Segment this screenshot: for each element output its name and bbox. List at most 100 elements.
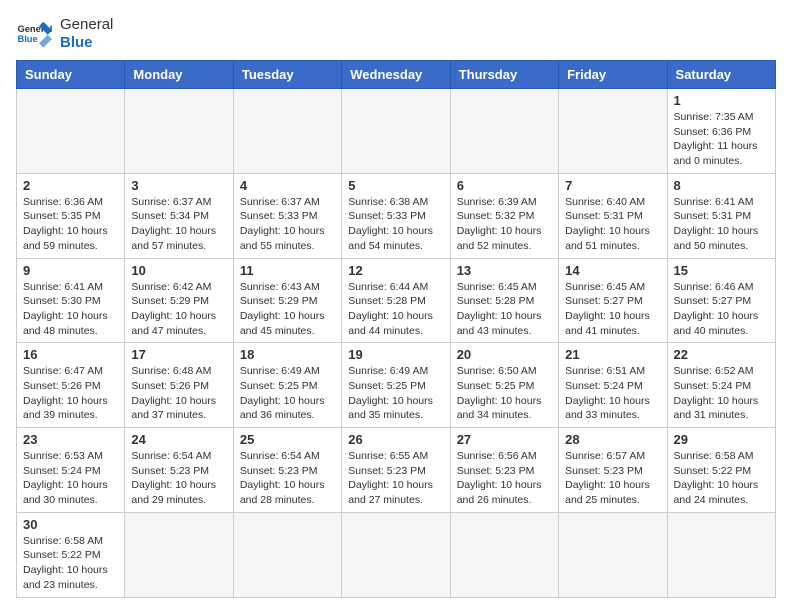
calendar-cell	[17, 89, 125, 174]
calendar-cell: 24Sunrise: 6:54 AM Sunset: 5:23 PM Dayli…	[125, 428, 233, 513]
calendar-cell: 10 Sunrise: 6:42 AM Sunset: 5:29 PM Dayli…	[125, 258, 233, 343]
day-number: 18	[240, 347, 335, 362]
calendar-cell: 25Sunrise: 6:54 AM Sunset: 5:23 PM Dayli…	[233, 428, 341, 513]
day-info: Sunrise: 6:40 AM Sunset: 5:31 PM Dayligh…	[565, 195, 660, 254]
day-info: Sunrise: 6:58 AM Sunset: 5:22 PM Dayligh…	[23, 534, 118, 593]
day-number: 17	[131, 347, 226, 362]
calendar-cell: 8Sunrise: 6:41 AM Sunset: 5:31 PM Daylig…	[667, 173, 775, 258]
day-info: Sunrise: 6:43 AM Sunset: 5:29 PM Dayligh…	[240, 280, 335, 339]
calendar-cell: 21 Sunrise: 6:51 AM Sunset: 5:24 PM Dayli…	[559, 343, 667, 428]
day-info: Sunrise: 6:37 AM Sunset: 5:33 PM Dayligh…	[240, 195, 335, 254]
day-info: Sunrise: 6:58 AM Sunset: 5:22 PM Dayligh…	[674, 449, 769, 508]
calendar-cell: 30Sunrise: 6:58 AM Sunset: 5:22 PM Dayli…	[17, 512, 125, 597]
day-number: 14	[565, 263, 660, 278]
day-number: 5	[348, 178, 443, 193]
calendar-week-4: 16 Sunrise: 6:47 AM Sunset: 5:26 PM Dayli…	[17, 343, 776, 428]
day-info: Sunrise: 6:36 AM Sunset: 5:35 PM Dayligh…	[23, 195, 118, 254]
day-info: Sunrise: 6:46 AM Sunset: 5:27 PM Dayligh…	[674, 280, 769, 339]
day-info: Sunrise: 6:38 AM Sunset: 5:33 PM Dayligh…	[348, 195, 443, 254]
day-number: 12	[348, 263, 443, 278]
day-info: Sunrise: 6:42 AM Sunset: 5:29 PM Dayligh…	[131, 280, 226, 339]
calendar-cell	[559, 512, 667, 597]
day-info: Sunrise: 6:45 AM Sunset: 5:28 PM Dayligh…	[457, 280, 552, 339]
logo: General Blue General Blue	[16, 16, 113, 52]
day-info: Sunrise: 6:49 AM Sunset: 5:25 PM Dayligh…	[348, 364, 443, 423]
day-info: Sunrise: 6:52 AM Sunset: 5:24 PM Dayligh…	[674, 364, 769, 423]
day-number: 28	[565, 432, 660, 447]
calendar-cell: 18 Sunrise: 6:49 AM Sunset: 5:25 PM Dayli…	[233, 343, 341, 428]
calendar-cell: 27 Sunrise: 6:56 AM Sunset: 5:23 PM Dayli…	[450, 428, 558, 513]
calendar-cell: 1 Sunrise: 7:35 AM Sunset: 6:36 PM Daylig…	[667, 89, 775, 174]
logo-general: General	[60, 16, 113, 34]
calendar-cell: 22Sunrise: 6:52 AM Sunset: 5:24 PM Dayli…	[667, 343, 775, 428]
calendar-cell: 14 Sunrise: 6:45 AM Sunset: 5:27 PM Dayli…	[559, 258, 667, 343]
calendar-cell: 9 Sunrise: 6:41 AM Sunset: 5:30 PM Daylig…	[17, 258, 125, 343]
day-number: 13	[457, 263, 552, 278]
calendar-cell: 4 Sunrise: 6:37 AM Sunset: 5:33 PM Daylig…	[233, 173, 341, 258]
svg-text:Blue: Blue	[17, 34, 37, 44]
day-number: 4	[240, 178, 335, 193]
calendar-week-1: 1 Sunrise: 7:35 AM Sunset: 6:36 PM Daylig…	[17, 89, 776, 174]
day-number: 20	[457, 347, 552, 362]
day-number: 9	[23, 263, 118, 278]
calendar-cell: 19Sunrise: 6:49 AM Sunset: 5:25 PM Dayli…	[342, 343, 450, 428]
day-info: Sunrise: 6:55 AM Sunset: 5:23 PM Dayligh…	[348, 449, 443, 508]
day-info: Sunrise: 6:56 AM Sunset: 5:23 PM Dayligh…	[457, 449, 552, 508]
calendar-cell: 26 Sunrise: 6:55 AM Sunset: 5:23 PM Dayli…	[342, 428, 450, 513]
day-info: Sunrise: 6:37 AM Sunset: 5:34 PM Dayligh…	[131, 195, 226, 254]
day-info: Sunrise: 6:41 AM Sunset: 5:31 PM Dayligh…	[674, 195, 769, 254]
day-info: Sunrise: 6:49 AM Sunset: 5:25 PM Dayligh…	[240, 364, 335, 423]
weekday-tuesday: Tuesday	[233, 61, 341, 89]
calendar-cell	[342, 512, 450, 597]
day-number: 26	[348, 432, 443, 447]
day-number: 27	[457, 432, 552, 447]
day-number: 10	[131, 263, 226, 278]
calendar-cell: 16 Sunrise: 6:47 AM Sunset: 5:26 PM Dayli…	[17, 343, 125, 428]
day-info: Sunrise: 6:41 AM Sunset: 5:30 PM Dayligh…	[23, 280, 118, 339]
calendar-table: SundayMondayTuesdayWednesdayThursdayFrid…	[16, 60, 776, 598]
calendar-cell	[450, 89, 558, 174]
weekday-sunday: Sunday	[17, 61, 125, 89]
day-number: 7	[565, 178, 660, 193]
day-number: 23	[23, 432, 118, 447]
calendar-cell: 11 Sunrise: 6:43 AM Sunset: 5:29 PM Dayli…	[233, 258, 341, 343]
day-info: Sunrise: 6:39 AM Sunset: 5:32 PM Dayligh…	[457, 195, 552, 254]
calendar-week-2: 2 Sunrise: 6:36 AM Sunset: 5:35 PM Daylig…	[17, 173, 776, 258]
day-info: Sunrise: 6:47 AM Sunset: 5:26 PM Dayligh…	[23, 364, 118, 423]
day-number: 2	[23, 178, 118, 193]
logo-blue: Blue	[60, 34, 113, 52]
day-info: Sunrise: 6:44 AM Sunset: 5:28 PM Dayligh…	[348, 280, 443, 339]
day-number: 21	[565, 347, 660, 362]
calendar-cell: 7 Sunrise: 6:40 AM Sunset: 5:31 PM Daylig…	[559, 173, 667, 258]
day-info: Sunrise: 6:48 AM Sunset: 5:26 PM Dayligh…	[131, 364, 226, 423]
logo-icon: General Blue	[16, 16, 52, 52]
calendar-cell	[125, 89, 233, 174]
weekday-thursday: Thursday	[450, 61, 558, 89]
day-info: Sunrise: 6:50 AM Sunset: 5:25 PM Dayligh…	[457, 364, 552, 423]
day-info: Sunrise: 6:45 AM Sunset: 5:27 PM Dayligh…	[565, 280, 660, 339]
calendar-cell: 5 Sunrise: 6:38 AM Sunset: 5:33 PM Daylig…	[342, 173, 450, 258]
calendar-cell: 6Sunrise: 6:39 AM Sunset: 5:32 PM Daylig…	[450, 173, 558, 258]
day-number: 3	[131, 178, 226, 193]
calendar-cell: 12 Sunrise: 6:44 AM Sunset: 5:28 PM Dayli…	[342, 258, 450, 343]
day-number: 16	[23, 347, 118, 362]
calendar-cell	[233, 89, 341, 174]
calendar-cell: 13 Sunrise: 6:45 AM Sunset: 5:28 PM Dayli…	[450, 258, 558, 343]
calendar-cell: 23Sunrise: 6:53 AM Sunset: 5:24 PM Dayli…	[17, 428, 125, 513]
calendar-cell	[667, 512, 775, 597]
weekday-friday: Friday	[559, 61, 667, 89]
day-number: 15	[674, 263, 769, 278]
weekday-header-row: SundayMondayTuesdayWednesdayThursdayFrid…	[17, 61, 776, 89]
day-info: Sunrise: 7:35 AM Sunset: 6:36 PM Dayligh…	[674, 110, 769, 169]
calendar-week-6: 30Sunrise: 6:58 AM Sunset: 5:22 PM Dayli…	[17, 512, 776, 597]
calendar-cell: 3 Sunrise: 6:37 AM Sunset: 5:34 PM Daylig…	[125, 173, 233, 258]
day-info: Sunrise: 6:54 AM Sunset: 5:23 PM Dayligh…	[131, 449, 226, 508]
day-info: Sunrise: 6:51 AM Sunset: 5:24 PM Dayligh…	[565, 364, 660, 423]
day-number: 1	[674, 93, 769, 108]
calendar-week-3: 9 Sunrise: 6:41 AM Sunset: 5:30 PM Daylig…	[17, 258, 776, 343]
calendar-body: 1 Sunrise: 7:35 AM Sunset: 6:36 PM Daylig…	[17, 89, 776, 598]
calendar-cell: 20 Sunrise: 6:50 AM Sunset: 5:25 PM Dayli…	[450, 343, 558, 428]
calendar-cell	[233, 512, 341, 597]
calendar-cell	[342, 89, 450, 174]
day-number: 11	[240, 263, 335, 278]
